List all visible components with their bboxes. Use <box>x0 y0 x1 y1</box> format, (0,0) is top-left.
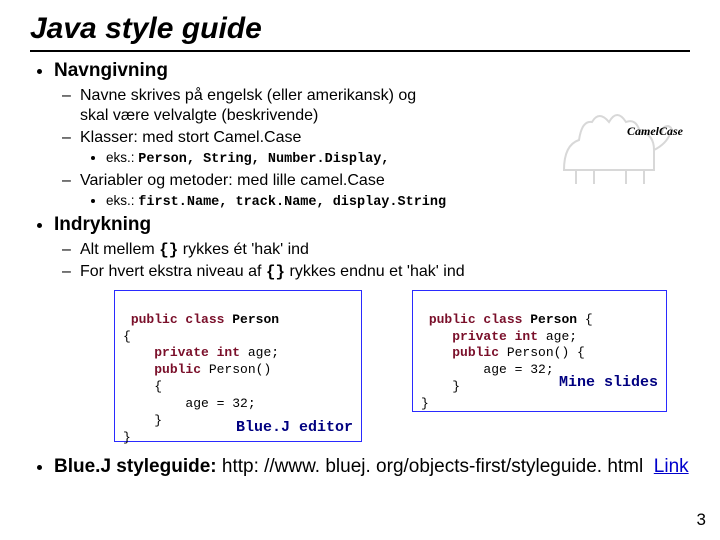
camelcase-illustration: CamelCase <box>554 100 684 186</box>
heading-navngivning: Navngivning <box>54 60 168 81</box>
camelcase-label: CamelCase <box>627 124 683 139</box>
caption-bluej: Blue.J editor <box>236 418 353 438</box>
t: For hvert ekstra niveau af <box>80 263 266 280</box>
title-rule <box>30 50 690 52</box>
t: Alt mellem <box>80 241 159 258</box>
t: {} <box>266 263 285 281</box>
item-for-hvert: For hvert ekstra niveau af {} rykkes end… <box>80 262 690 282</box>
footer-link[interactable]: Link <box>654 456 689 477</box>
text-varmet: Variabler og metoder: med lille camel.Ca… <box>80 172 385 189</box>
page-number: 3 <box>697 510 706 530</box>
heading-indrykning: Indrykning <box>54 214 151 235</box>
text-eks-prefix2: eks.: <box>106 193 138 208</box>
text-klasser: Klasser: med stort Camel.Case <box>80 129 301 146</box>
text-varmet-eks: first.Name, track.Name, display.String <box>138 195 446 210</box>
code-left: public class Person { private int age; p… <box>114 290 362 442</box>
text-klasser-eks: Person, String, Number.Display, <box>138 152 389 167</box>
text-eks-prefix: eks.: <box>106 150 138 165</box>
t: rykkes endnu et 'hak' ind <box>285 263 465 280</box>
page-title: Java style guide <box>30 12 690 46</box>
caption-mine-slides: Mine slides <box>559 373 658 393</box>
t: rykkes ét 'hak' ind <box>178 241 309 258</box>
section-indrykning: Indrykning Alt mellem {} rykkes ét 'hak'… <box>54 214 690 442</box>
t: {} <box>159 241 178 259</box>
code-right: public class Person { private int age; p… <box>412 290 667 412</box>
footer-url: http: //www. bluej. org/objects-first/st… <box>222 456 643 477</box>
item-varmet-eks: eks.: first.Name, track.Name, display.St… <box>106 193 690 212</box>
item-alt-mellem: Alt mellem {} rykkes ét 'hak' ind <box>80 240 690 260</box>
code-row: public class Person { private int age; p… <box>114 290 690 442</box>
